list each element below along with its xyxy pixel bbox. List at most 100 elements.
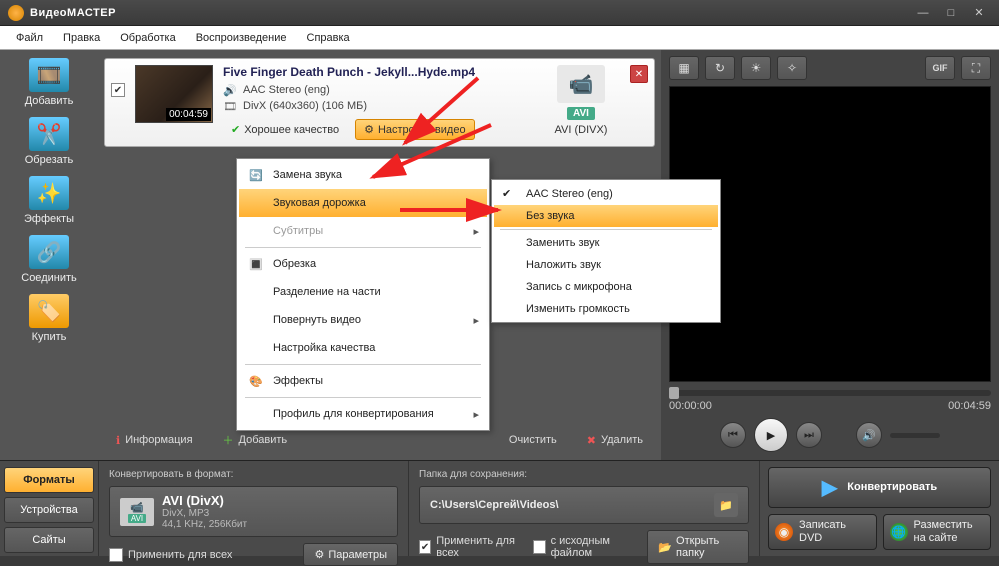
folder-icon: 📁: [719, 499, 733, 512]
rotate-tool-icon[interactable]: ↻: [705, 56, 735, 80]
audio-track-submenu: ✔AAC Stereo (eng) Без звука Заменить зву…: [491, 179, 721, 323]
add-button[interactable]: ＋Добавить: [213, 428, 298, 452]
app-logo-icon: [8, 5, 24, 21]
browse-button[interactable]: 📁: [714, 493, 738, 517]
sidebar-add-label: Добавить: [25, 95, 74, 107]
swap-audio-icon: 🔄: [247, 166, 265, 184]
brightness-tool-icon[interactable]: ☀: [741, 56, 771, 80]
sparkle-icon: ✨: [29, 176, 69, 210]
chevron-right-icon: ▸: [473, 408, 479, 421]
tab-sites[interactable]: Сайты: [4, 527, 94, 553]
sidebar: 🎞️ Добавить ✂️ Обрезать ✨ Эффекты 🔗 Соед…: [0, 50, 98, 460]
volume-slider[interactable]: [890, 433, 940, 438]
menu-edit[interactable]: Правка: [53, 29, 110, 47]
check-icon: ✔: [502, 187, 518, 200]
menu-rotate[interactable]: Повернуть видео▸: [239, 306, 487, 334]
file-duration: 00:04:59: [166, 108, 211, 121]
play-arrow-icon: ▶: [822, 475, 837, 500]
menu-split[interactable]: Разделение на части: [239, 278, 487, 306]
folder-panel: Папка для сохранения: C:\Users\Сергей\Vi…: [408, 461, 759, 556]
sidebar-add[interactable]: 🎞️ Добавить: [6, 58, 92, 107]
seek-knob[interactable]: [669, 387, 679, 399]
menu-crop[interactable]: 🔳Обрезка: [239, 250, 487, 278]
time-total: 00:04:59: [948, 400, 991, 412]
quality-indicator[interactable]: ✔Хорошее качество: [223, 120, 347, 139]
menu-audio-track[interactable]: Звуковая дорожка▸: [239, 189, 487, 217]
video-settings-menu: 🔄Замена звука Звуковая дорожка▸ Субтитры…: [236, 158, 490, 431]
menu-subtitles: Субтитры▸: [239, 217, 487, 245]
tab-devices[interactable]: Устройства: [4, 497, 94, 523]
submenu-no-audio[interactable]: Без звука: [494, 205, 718, 227]
menu-process[interactable]: Обработка: [110, 29, 185, 47]
sidebar-join[interactable]: 🔗 Соединить: [6, 235, 92, 284]
sidebar-buy-label: Купить: [32, 331, 67, 343]
video-settings-button[interactable]: ⚙Настройки видео: [355, 119, 475, 140]
format-tabs: Форматы Устройства Сайты: [0, 461, 98, 556]
submenu-mic-record[interactable]: Запись с микрофона: [494, 276, 718, 298]
menu-replace-audio[interactable]: 🔄Замена звука: [239, 161, 487, 189]
format-name: AVI (DivX): [162, 493, 247, 508]
play-button[interactable]: ▶: [754, 418, 788, 452]
convert-button[interactable]: ▶Конвертировать: [768, 467, 991, 508]
menu-profile[interactable]: Профиль для конвертирования▸: [239, 400, 487, 428]
burn-dvd-button[interactable]: ◉Записать DVD: [768, 514, 877, 550]
submenu-replace-audio[interactable]: Заменить звук: [494, 232, 718, 254]
camera-icon: 📹AVI: [120, 498, 154, 526]
menu-playback[interactable]: Воспроизведение: [186, 29, 297, 47]
crop-tool-icon[interactable]: ▦: [669, 56, 699, 80]
minimize-button[interactable]: —: [911, 4, 935, 22]
gear-icon: ⚙: [364, 123, 374, 136]
keep-src-checkbox[interactable]: с исходным файлом: [533, 535, 639, 559]
output-format-name: AVI (DIVX): [555, 124, 608, 136]
output-format-badge: AVI: [567, 107, 595, 120]
sidebar-effects[interactable]: ✨ Эффекты: [6, 176, 92, 225]
x-icon: ✖: [587, 434, 596, 447]
fullscreen-icon[interactable]: ⛶: [961, 56, 991, 80]
open-folder-button[interactable]: 📂Открыть папку: [647, 530, 749, 564]
delete-button[interactable]: ✖Удалить: [577, 428, 653, 452]
chevron-right-icon: ▸: [473, 225, 479, 238]
publish-button[interactable]: 🌐Разместить на сайте: [883, 514, 992, 550]
info-icon: ℹ: [116, 434, 120, 447]
file-audio-info: AAC Stereo (eng): [243, 84, 330, 96]
action-panel: ▶Конвертировать ◉Записать DVD 🌐Разместит…: [759, 461, 999, 556]
next-button[interactable]: ⏭: [796, 422, 822, 448]
menu-effects[interactable]: 🎨Эффекты: [239, 367, 487, 395]
join-icon: 🔗: [29, 235, 69, 269]
tab-formats[interactable]: Форматы: [4, 467, 94, 493]
info-button[interactable]: ℹИнформация: [106, 428, 203, 452]
film-icon: 🎞: [223, 99, 237, 113]
scissors-icon: ✂️: [29, 117, 69, 151]
gif-button[interactable]: GIF: [925, 56, 955, 80]
menu-file[interactable]: Файл: [6, 29, 53, 47]
format-selector[interactable]: 📹AVI AVI (DivX)DivX, MP3 44,1 KHz, 256Кб…: [109, 486, 398, 537]
submenu-overlay-audio[interactable]: Наложить звук: [494, 254, 718, 276]
sidebar-cut[interactable]: ✂️ Обрезать: [6, 117, 92, 166]
sidebar-buy[interactable]: 🏷️ Купить: [6, 294, 92, 343]
maximize-button[interactable]: □: [939, 4, 963, 22]
format-panel: Конвертировать в формат: 📹AVI AVI (DivX)…: [98, 461, 408, 556]
file-thumbnail[interactable]: 00:04:59: [135, 65, 213, 123]
remove-file-button[interactable]: ✕: [630, 65, 648, 83]
folder-panel-header: Папка для сохранения:: [419, 469, 749, 480]
format-panel-header: Конвертировать в формат:: [109, 469, 398, 480]
seek-bar[interactable]: [669, 390, 991, 396]
clear-button[interactable]: Очистить: [499, 428, 567, 452]
close-window-button[interactable]: ✕: [967, 4, 991, 22]
menu-quality[interactable]: Настройка качества: [239, 334, 487, 362]
format-apply-all-checkbox[interactable]: Применить для всех: [109, 548, 232, 562]
submenu-track-aac[interactable]: ✔AAC Stereo (eng): [494, 182, 718, 205]
prev-button[interactable]: ⏮: [720, 422, 746, 448]
effects-tool-icon[interactable]: ✧: [777, 56, 807, 80]
submenu-change-volume[interactable]: Изменить громкость: [494, 298, 718, 320]
disc-icon: ◉: [775, 523, 793, 541]
volume-button[interactable]: 🔊: [856, 422, 882, 448]
globe-icon: 🌐: [890, 523, 908, 541]
output-path[interactable]: C:\Users\Сергей\Videos\ 📁: [419, 486, 749, 524]
menu-help[interactable]: Справка: [297, 29, 360, 47]
file-item[interactable]: ✔ 00:04:59 Five Finger Death Punch - Jek…: [104, 58, 655, 147]
file-checkbox[interactable]: ✔: [111, 83, 125, 97]
folder-apply-all-checkbox[interactable]: ✔Применить для всех: [419, 535, 525, 559]
gear-icon: ⚙: [314, 548, 324, 561]
format-params-button[interactable]: ⚙Параметры: [303, 543, 398, 566]
